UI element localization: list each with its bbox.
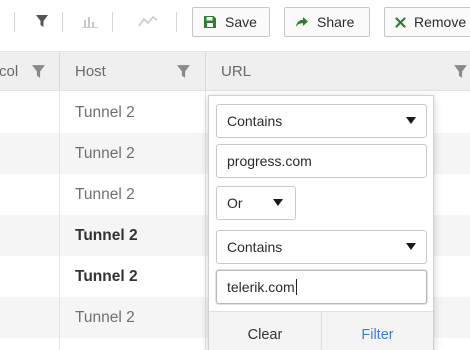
caret-down-icon: [273, 199, 283, 206]
column-divider: [205, 91, 206, 350]
column-header-url[interactable]: URL: [221, 52, 251, 90]
apply-filter-label: Filter: [361, 326, 394, 343]
filter-icon[interactable]: [31, 10, 53, 32]
filter-actions: Clear Filter: [209, 311, 433, 350]
host-cell: Tunnel 2: [75, 144, 135, 162]
host-cell: Tunnel 2: [75, 103, 135, 121]
filter-value-1-input[interactable]: progress.com: [216, 144, 427, 178]
close-icon: [395, 15, 406, 29]
remove-button[interactable]: Remove: [384, 7, 470, 37]
column-header-host[interactable]: Host: [75, 52, 106, 90]
clear-filter-label: Clear: [247, 326, 283, 343]
column-header-protocol[interactable]: col: [0, 52, 18, 90]
host-cell: Tunnel 2: [75, 185, 135, 203]
share-button[interactable]: Share: [284, 7, 370, 37]
toolbar-separator: [14, 12, 15, 32]
toolbar-separator: [62, 12, 63, 32]
filter-logic-select[interactable]: Or: [216, 186, 296, 220]
filter-operator-1-value: Contains: [227, 113, 283, 129]
toolbar: Save Share Remove: [0, 0, 470, 44]
column-filter-icon[interactable]: [175, 63, 191, 79]
column-filter-icon[interactable]: [452, 63, 468, 79]
column-filter-icon[interactable]: [30, 63, 46, 79]
save-button[interactable]: Save: [192, 7, 270, 37]
column-separator: [205, 52, 206, 90]
remove-label: Remove: [414, 14, 467, 30]
save-label: Save: [225, 14, 257, 30]
column-header-label: Host: [75, 62, 106, 80]
toolbar-separator: [176, 12, 177, 32]
save-icon: [203, 15, 217, 29]
share-icon: [295, 15, 309, 29]
caret-down-icon: [406, 243, 416, 250]
filter-logic-value: Or: [227, 195, 243, 211]
line-chart-icon[interactable]: [137, 10, 159, 32]
text-cursor: [295, 279, 297, 295]
filter-value-2-text: telerik.com: [227, 279, 295, 295]
column-header-label: URL: [221, 62, 252, 80]
grid-header: col Host URL: [0, 51, 470, 91]
column-separator: [59, 52, 60, 90]
apply-filter-button[interactable]: Filter: [322, 312, 433, 350]
bar-chart-icon[interactable]: [79, 10, 101, 32]
host-cell: Tunnel 2: [75, 308, 135, 326]
filter-operator-1-select[interactable]: Contains: [216, 104, 427, 138]
host-cell: Tunnel 2: [75, 226, 138, 244]
filter-operator-2-select[interactable]: Contains: [216, 230, 427, 264]
column-header-label: col: [0, 62, 19, 80]
filter-operator-2-value: Contains: [227, 239, 283, 255]
filter-menu: Contains progress.com Or Contains teleri…: [208, 95, 434, 350]
host-cell: Tunnel 2: [75, 267, 138, 285]
filter-value-2-input[interactable]: telerik.com: [216, 270, 427, 304]
share-label: Share: [317, 14, 355, 30]
clear-filter-button[interactable]: Clear: [209, 312, 321, 350]
column-divider: [59, 91, 60, 350]
caret-down-icon: [406, 117, 416, 124]
toolbar-separator: [112, 12, 113, 32]
filter-value-1-text: progress.com: [227, 153, 312, 169]
